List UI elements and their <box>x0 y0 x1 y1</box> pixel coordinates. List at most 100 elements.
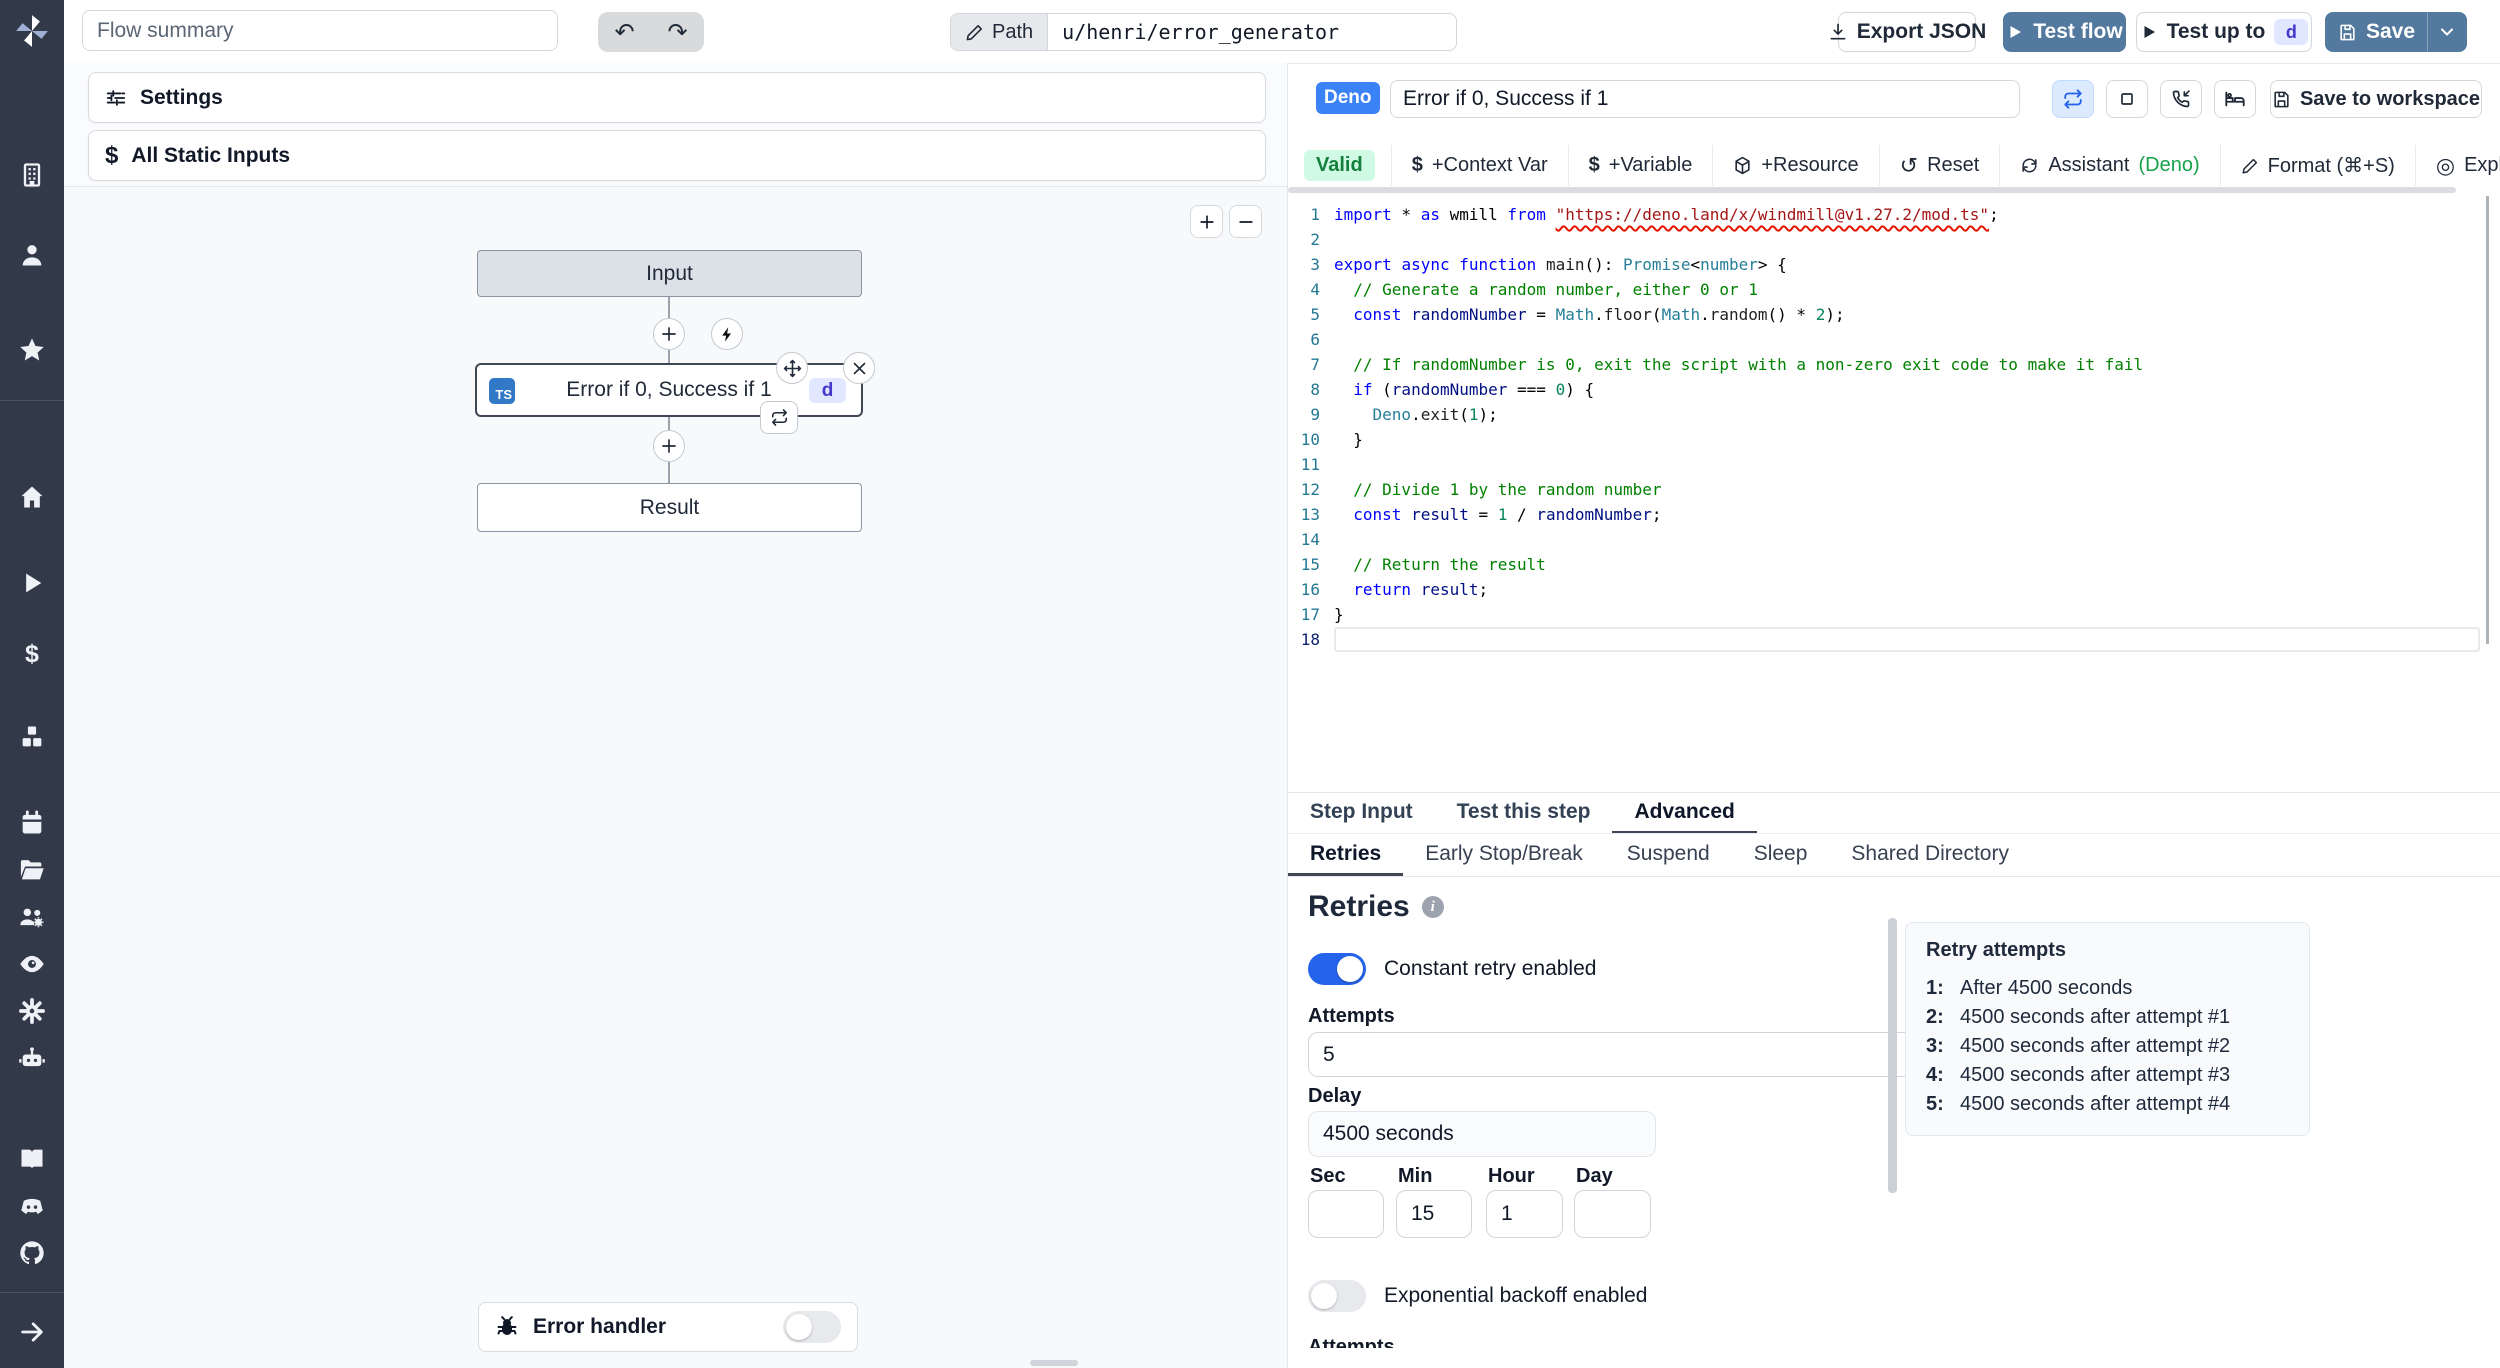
retry-attempt-row: 1: After 4500 seconds <box>1926 977 2133 999</box>
valid-badge: Valid <box>1304 150 1375 181</box>
insert-step-button[interactable] <box>653 318 685 350</box>
retry-attempts-card: Retry attempts 1: After 4500 seconds 2: 45… <box>1905 922 2310 1136</box>
user-icon[interactable] <box>18 241 46 269</box>
flow-settings-button[interactable]: Settings <box>88 72 1266 123</box>
step-id-badge: d <box>2274 19 2309 45</box>
resources-cubes-icon[interactable] <box>18 723 46 751</box>
subtab-suspend[interactable]: Suspend <box>1605 834 1732 876</box>
early-stop-button[interactable] <box>2106 80 2148 118</box>
zoom-out-button[interactable] <box>1229 205 1262 238</box>
attempts-label: Attempts <box>1308 1005 1395 1027</box>
retry-attempt-row: 5: 4500 seconds after attempt #4 <box>1926 1093 2231 1115</box>
move-step-button[interactable] <box>776 352 808 384</box>
play-icon <box>2006 23 2024 41</box>
sleep-bed-button[interactable] <box>2214 80 2256 118</box>
workers-robot-icon[interactable] <box>18 1044 46 1072</box>
info-icon[interactable]: i <box>1421 896 1444 918</box>
docs-book-icon[interactable] <box>18 1145 46 1173</box>
content-scrollbar[interactable] <box>1888 918 1897 1193</box>
flow-node-result[interactable]: Result <box>477 483 862 532</box>
workspace-building-icon[interactable] <box>18 161 46 189</box>
code-editor[interactable]: import * as wmill from "https://deno.lan… <box>1334 202 2480 652</box>
undo-icon: ↺ <box>1899 152 1919 178</box>
audit-eye-icon[interactable] <box>18 950 46 978</box>
min-input[interactable] <box>1396 1190 1472 1238</box>
subtab-sleep[interactable]: Sleep <box>1732 834 1830 876</box>
bolt-icon <box>719 326 736 343</box>
discord-icon[interactable] <box>18 1192 46 1220</box>
dollar-icon: $ <box>1411 154 1423 176</box>
subtab-early-stop[interactable]: Early Stop/Break <box>1403 834 1605 876</box>
dollar-icon: $ <box>105 141 119 169</box>
constant-retry-toggle[interactable] <box>1308 953 1366 985</box>
home-icon[interactable] <box>18 483 46 511</box>
add-resource-button[interactable]: +Resource <box>1712 145 1879 186</box>
insert-step-button[interactable] <box>653 430 685 462</box>
add-context-var-button[interactable]: $ +Context Var <box>1390 145 1568 186</box>
retry-attempt-row: 4: 4500 seconds after attempt #3 <box>1926 1064 2231 1086</box>
exponential-backoff-label: Exponential backoff enabled <box>1384 1284 1648 1307</box>
flow-node-input[interactable]: Input <box>477 250 862 297</box>
github-icon[interactable] <box>18 1239 46 1267</box>
test-flow-button[interactable]: Test flow <box>2003 12 2126 52</box>
canvas-scrollbar[interactable] <box>1030 1360 1078 1366</box>
tab-advanced[interactable]: Advanced <box>1612 793 1757 834</box>
undo-button[interactable]: ↶ <box>598 12 651 52</box>
pen-icon <box>2241 157 2259 175</box>
test-up-to-button[interactable]: Test up to d <box>2136 12 2312 52</box>
export-json-button[interactable]: Export JSON <box>1830 12 1986 52</box>
subtab-shared-directory[interactable]: Shared Directory <box>1829 834 2031 876</box>
schedules-calendar-icon[interactable] <box>18 809 46 837</box>
retry-attempt-row: 3: 4500 seconds after attempt #2 <box>1926 1035 2231 1057</box>
delay-label: Delay <box>1308 1085 1362 1107</box>
save-button[interactable]: Save <box>2326 20 2427 44</box>
variables-dollar-icon[interactable]: $ <box>18 640 46 668</box>
redo-button[interactable]: ↷ <box>651 12 704 52</box>
language-badge: Deno <box>1316 82 1380 114</box>
retry-indicator-button[interactable] <box>760 401 798 434</box>
reset-button[interactable]: ↺ Reset <box>1878 145 2000 186</box>
insert-trigger-button[interactable] <box>711 318 743 350</box>
sec-input[interactable] <box>1308 1190 1384 1238</box>
step-name-input[interactable] <box>1390 80 2020 118</box>
zoom-in-button[interactable] <box>1190 205 1223 238</box>
day-input[interactable] <box>1574 1190 1651 1238</box>
delay-input[interactable] <box>1308 1111 1656 1157</box>
save-icon <box>2338 23 2357 42</box>
path-value-input[interactable]: u/henri/error_generator <box>1047 13 1458 51</box>
all-static-inputs-button[interactable]: $ All Static Inputs <box>88 130 1266 181</box>
error-handler-toggle[interactable] <box>783 1311 841 1343</box>
bed-icon <box>2224 88 2246 110</box>
assistant-button[interactable]: Assistant (Deno) <box>1999 145 2220 186</box>
hour-input[interactable] <box>1486 1190 1563 1238</box>
close-icon <box>851 360 868 377</box>
explore-scripts-button[interactable]: ◎Explore other s <box>2414 145 2500 186</box>
editor-scrollbar[interactable] <box>2486 196 2489 644</box>
folders-icon[interactable] <box>18 856 46 884</box>
groups-users-icon[interactable] <box>18 903 46 931</box>
path-label[interactable]: Path <box>950 13 1048 51</box>
path-field: Path u/henri/error_generator <box>950 13 1458 51</box>
runs-play-icon[interactable] <box>18 569 46 597</box>
delete-step-button[interactable] <box>843 352 875 384</box>
format-button[interactable]: Format (⌘+S) <box>2219 145 2415 186</box>
collapse-arrow-icon[interactable] <box>18 1318 46 1346</box>
settings-gear-icon[interactable] <box>18 997 46 1025</box>
tab-step-input[interactable]: Step Input <box>1288 793 1435 834</box>
save-dropdown-button[interactable] <box>2428 22 2466 42</box>
suspend-phone-button[interactable] <box>2160 80 2202 118</box>
favorites-star-icon[interactable] <box>18 336 46 364</box>
tab-test-this-step[interactable]: Test this step <box>1435 793 1613 834</box>
add-variable-button[interactable]: $ +Variable <box>1567 145 1713 186</box>
sec-label: Sec <box>1310 1165 1346 1187</box>
editor-resize-handle[interactable] <box>1288 187 2456 193</box>
windmill-logo-icon[interactable] <box>13 12 51 50</box>
error-handler-row: Error handler <box>478 1302 858 1352</box>
save-to-workspace-button[interactable]: Save to workspace <box>2270 80 2482 118</box>
step-id-badge: d <box>809 378 846 403</box>
subtab-retries[interactable]: Retries <box>1288 834 1404 876</box>
save-button-group: Save <box>2325 12 2467 52</box>
exponential-backoff-toggle[interactable] <box>1308 1280 1366 1312</box>
retries-toggle-button[interactable] <box>2052 80 2094 118</box>
flow-summary-input[interactable] <box>82 10 558 51</box>
